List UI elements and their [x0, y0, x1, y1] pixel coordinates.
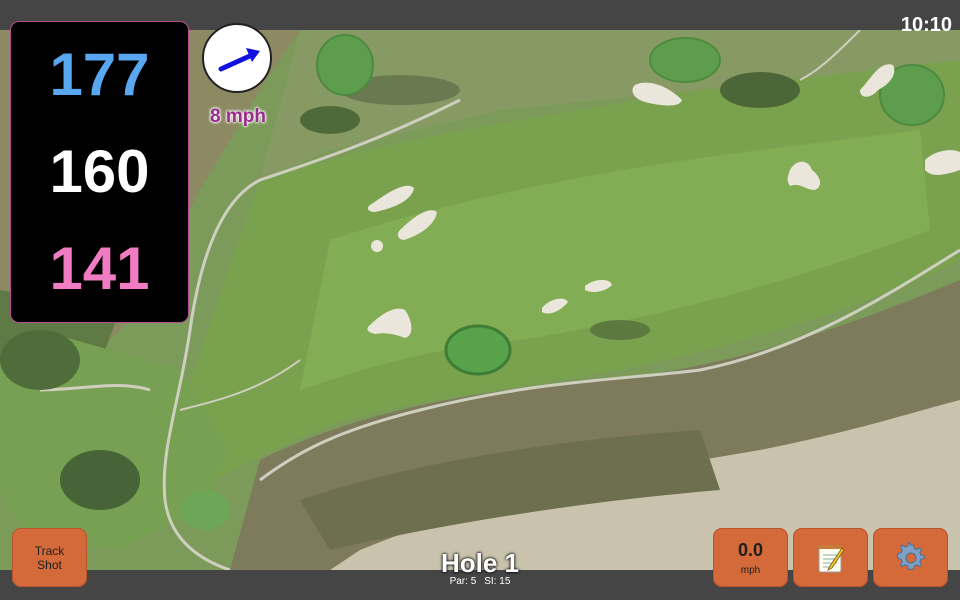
hole-info: Par: 5 SI: 15 [380, 576, 580, 587]
hole-stroke-index: SI: 15 [484, 576, 511, 587]
middle-distance: 160 [49, 137, 150, 205]
back-distance: 177 [49, 40, 150, 108]
front-distance: 141 [49, 235, 150, 303]
track-shot-label-line1: Track [34, 543, 65, 558]
hole-par: Par: 5 [449, 576, 477, 587]
track-shot-label-line2: Shot [37, 557, 62, 572]
clock: 10:10 [900, 14, 952, 36]
notepad-icon [818, 544, 845, 572]
gear-icon [896, 541, 925, 570]
distance-panel: 177 160 141 [11, 22, 188, 322]
wind-arrow-icon [218, 48, 260, 72]
track-shot-button[interactable]: Track Shot [12, 528, 87, 587]
hole-title: Hole 1 [440, 548, 520, 578]
wind-indicator [202, 23, 272, 93]
speed-value: 0.0 [737, 539, 764, 560]
notes-button[interactable] [793, 528, 868, 587]
speed-unit: mph [740, 564, 761, 576]
wind-speed: 8 mph [210, 106, 266, 127]
speed-button[interactable]: 0.0 mph [713, 528, 788, 587]
settings-button[interactable] [873, 528, 948, 587]
